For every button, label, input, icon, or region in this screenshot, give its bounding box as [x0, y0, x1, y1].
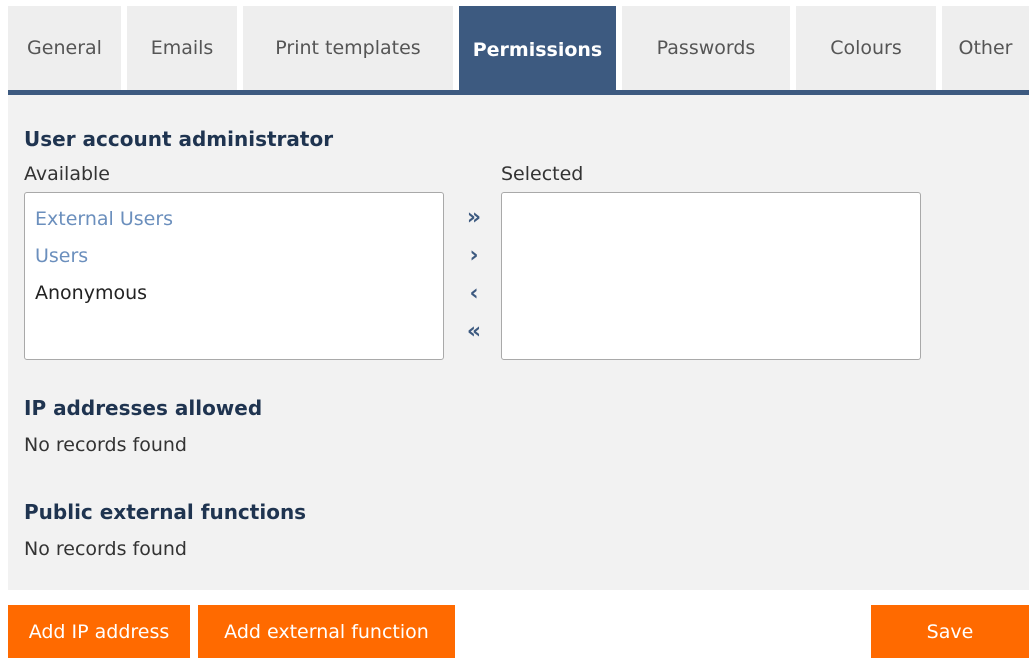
remove-all-button[interactable]: « — [463, 317, 485, 345]
list-item[interactable]: External Users — [35, 208, 173, 230]
add-ip-address-button[interactable]: Add IP address — [8, 605, 190, 658]
tab-print-templates[interactable]: Print templates — [243, 6, 453, 90]
tab-general[interactable]: General — [8, 6, 121, 90]
add-button[interactable]: › — [463, 241, 485, 269]
external-functions-title: Public external functions — [24, 500, 307, 524]
list-item[interactable]: Users — [35, 245, 88, 267]
tab-emails[interactable]: Emails — [127, 6, 237, 90]
tab-colours[interactable]: Colours — [796, 6, 936, 90]
tab-permissions[interactable]: Permissions — [459, 6, 616, 94]
list-item[interactable]: Anonymous — [35, 282, 147, 304]
external-functions-empty: No records found — [24, 538, 187, 560]
user-admin-title: User account administrator — [24, 127, 334, 151]
save-button[interactable]: Save — [871, 605, 1029, 658]
available-label: Available — [24, 163, 111, 185]
ip-addresses-title: IP addresses allowed — [24, 396, 263, 420]
selected-label: Selected — [501, 163, 584, 185]
settings-page: General Emails Print templates Permissio… — [0, 0, 1029, 658]
ip-addresses-empty: No records found — [24, 434, 187, 456]
tab-other[interactable]: Other — [942, 6, 1029, 90]
add-all-button[interactable]: » — [463, 203, 485, 231]
add-external-function-button[interactable]: Add external function — [198, 605, 455, 658]
remove-button[interactable]: ‹ — [463, 279, 485, 307]
tab-bar: General Emails Print templates Permissio… — [8, 6, 1029, 96]
permissions-panel: User account administrator Available Sel… — [8, 95, 1029, 590]
tab-passwords[interactable]: Passwords — [622, 6, 790, 90]
available-listbox[interactable]: External Users Users Anonymous — [24, 192, 444, 360]
selected-listbox[interactable] — [501, 192, 921, 360]
